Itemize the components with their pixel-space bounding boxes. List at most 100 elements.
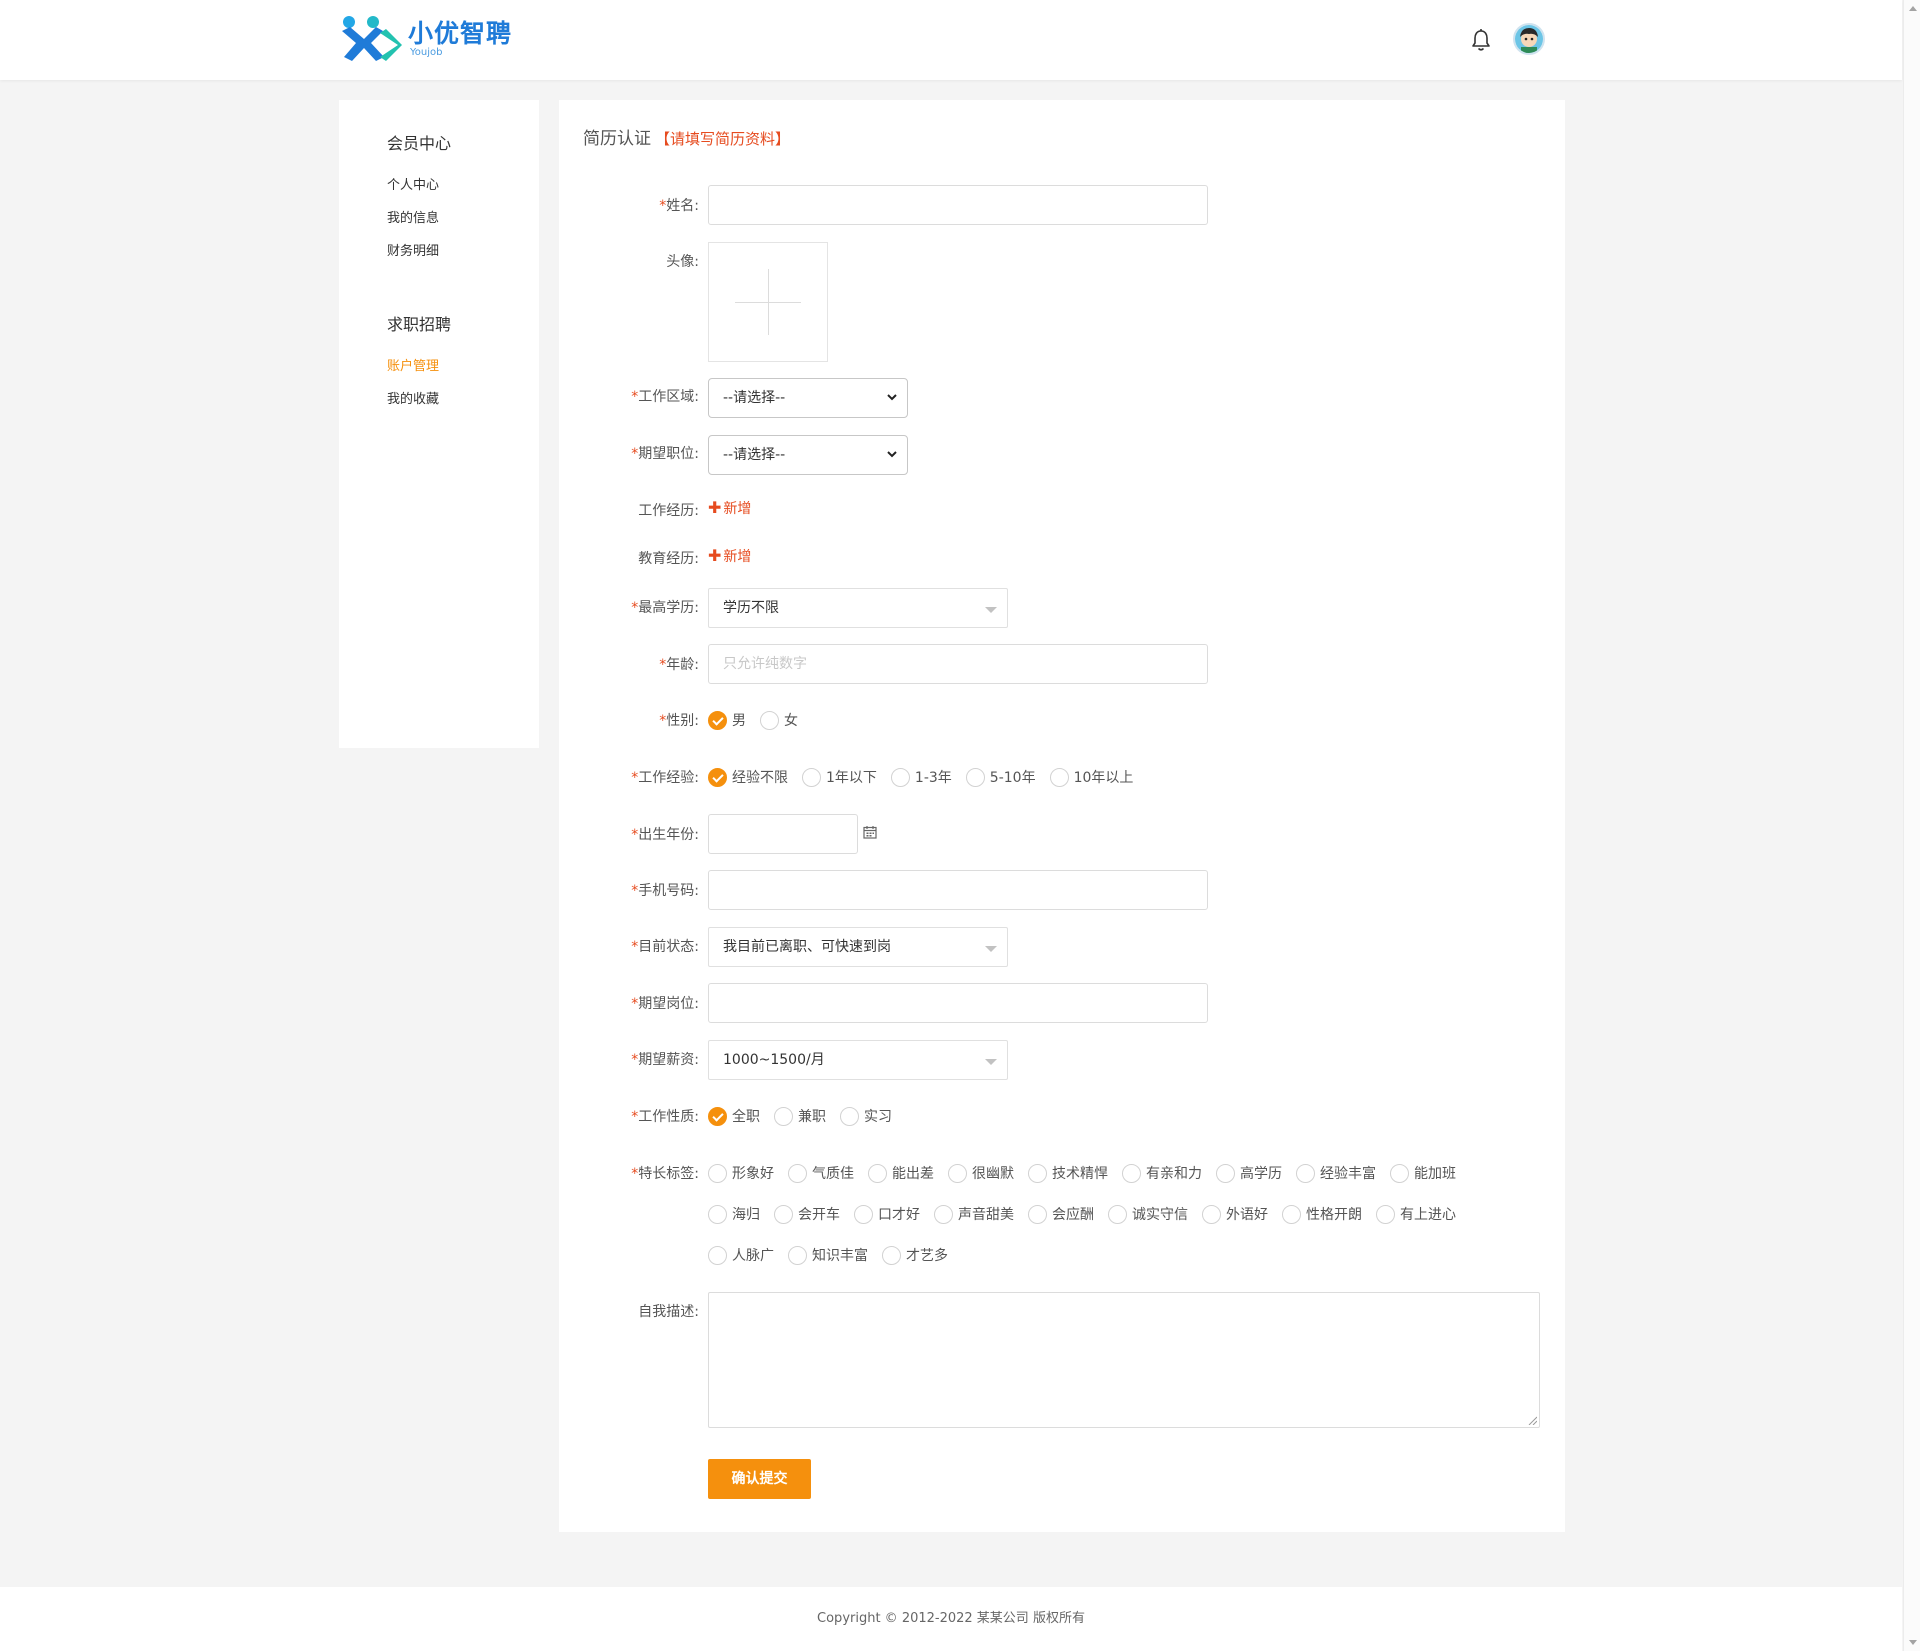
page-title: 简历认证 【请填写简历资料】 xyxy=(583,129,791,149)
scroll-down-icon[interactable] xyxy=(1909,1640,1917,1645)
tag-option[interactable]: 气质佳 xyxy=(788,1163,854,1183)
sidebar-item-account[interactable]: 账户管理 xyxy=(387,355,439,374)
logo-sub: Youjob xyxy=(410,46,443,58)
chevron-down-icon xyxy=(887,394,897,401)
gender-label: *性别: xyxy=(659,713,699,729)
resize-grip-icon[interactable] xyxy=(1528,1416,1537,1425)
tag-option[interactable]: 才艺多 xyxy=(882,1245,948,1265)
region-select[interactable]: --请选择-- xyxy=(708,378,908,418)
add-work-exp-button[interactable]: ✚ 新增 xyxy=(708,498,751,518)
check-icon xyxy=(708,767,727,787)
experience-label: *工作经验: xyxy=(631,770,699,786)
tag-option[interactable]: 经验丰富 xyxy=(1296,1163,1376,1183)
tag-option[interactable]: 口才好 xyxy=(854,1204,920,1224)
tags-row-3: 人脉广 知识丰富 才艺多 xyxy=(708,1245,962,1265)
phone-label: *手机号码: xyxy=(631,883,699,899)
check-icon xyxy=(708,1106,727,1126)
experience-option[interactable]: 10年以上 xyxy=(1049,767,1133,787)
tags-row-2: 海归 会开车 口才好 声音甜美 会应酬 诚实守信 外语好 性格开朗 有上进心 xyxy=(708,1204,1470,1224)
tag-option[interactable]: 能加班 xyxy=(1390,1163,1456,1183)
tag-option[interactable]: 能出差 xyxy=(868,1163,934,1183)
avatar-upload[interactable] xyxy=(708,242,828,362)
tag-option[interactable]: 诚实守信 xyxy=(1108,1204,1188,1224)
position-select[interactable]: --请选择-- xyxy=(708,435,908,475)
tags-label: *特长标签: xyxy=(631,1166,699,1182)
caret-down-icon xyxy=(985,946,997,952)
caret-down-icon xyxy=(985,607,997,613)
tag-option[interactable]: 海归 xyxy=(708,1204,760,1224)
experience-option[interactable]: 1年以下 xyxy=(802,767,877,787)
tag-option[interactable]: 高学历 xyxy=(1216,1163,1282,1183)
scroll-up-icon[interactable] xyxy=(1909,6,1917,11)
position-label: *期望职位: xyxy=(631,446,699,462)
avatar[interactable] xyxy=(1513,23,1545,55)
experience-radio-group: 经验不限 1年以下 1-3年 5-10年 10年以上 xyxy=(708,767,1147,787)
job-type-option[interactable]: 兼职 xyxy=(774,1106,826,1126)
bell-icon[interactable] xyxy=(1470,28,1492,52)
birth-year-label: *出生年份: xyxy=(631,827,699,843)
plus-icon: ✚ xyxy=(708,498,722,517)
sidebar-item-my-info[interactable]: 我的信息 xyxy=(387,207,439,226)
work-exp-label: 工作经历: xyxy=(638,503,699,519)
check-icon xyxy=(708,710,727,730)
tag-option[interactable]: 会开车 xyxy=(774,1204,840,1224)
education-label: *最高学历: xyxy=(631,600,699,616)
education-select[interactable]: 学历不限 xyxy=(708,588,1008,628)
status-select[interactable]: 我目前已离职、可快速到岗 xyxy=(708,927,1008,967)
job-type-option[interactable]: 全职 xyxy=(708,1106,760,1126)
tag-option[interactable]: 性格开朗 xyxy=(1282,1204,1362,1224)
sidebar-group-member: 会员中心 xyxy=(387,134,452,153)
sidebar-item-favorites[interactable]: 我的收藏 xyxy=(387,388,439,407)
experience-option[interactable]: 1-3年 xyxy=(890,767,952,787)
calendar-icon[interactable] xyxy=(863,825,877,839)
tag-option[interactable]: 很幽默 xyxy=(948,1163,1014,1183)
submit-button[interactable]: 确认提交 xyxy=(708,1459,811,1499)
logo[interactable]: 小优智聘 Youjob xyxy=(340,14,512,64)
birth-year-input[interactable] xyxy=(708,814,858,854)
tag-option[interactable]: 有上进心 xyxy=(1376,1204,1456,1224)
sidebar-item-finance[interactable]: 财务明细 xyxy=(387,240,439,259)
add-edu-exp-button[interactable]: ✚ 新增 xyxy=(708,546,751,566)
gender-option-female[interactable]: 女 xyxy=(760,710,798,730)
sidebar: 会员中心 个人中心 我的信息 财务明细 求职招聘 账户管理 我的收藏 xyxy=(339,100,539,748)
tag-option[interactable]: 声音甜美 xyxy=(934,1204,1014,1224)
logo-icon xyxy=(342,16,402,61)
plus-icon: ✚ xyxy=(708,546,722,565)
gender-option-male[interactable]: 男 xyxy=(708,710,746,730)
sidebar-item-personal-center[interactable]: 个人中心 xyxy=(387,174,439,193)
salary-select[interactable]: 1000~1500/月 xyxy=(708,1040,1008,1080)
region-label: *工作区域: xyxy=(631,389,699,405)
copyright-text: Copyright © 2012-2022 某某公司 版权所有 xyxy=(817,1611,1085,1626)
footer: Copyright © 2012-2022 某某公司 版权所有 xyxy=(0,1587,1902,1651)
caret-down-icon xyxy=(985,1059,997,1065)
age-input[interactable]: 只允许纯数字 xyxy=(708,644,1208,684)
intro-label: 自我描述: xyxy=(638,1304,699,1320)
job-type-option[interactable]: 实习 xyxy=(840,1106,892,1126)
expected-post-input[interactable] xyxy=(708,983,1208,1023)
status-label: *目前状态: xyxy=(631,939,699,955)
name-label: *姓名: xyxy=(659,198,699,214)
name-input[interactable] xyxy=(708,185,1208,225)
resume-form-panel: 简历认证 【请填写简历资料】 *姓名: 头像: *工作区域: --请选择-- *期… xyxy=(559,100,1565,1532)
tag-option[interactable]: 技术精悍 xyxy=(1028,1163,1108,1183)
tags-row-1: 形象好 气质佳 能出差 很幽默 技术精悍 有亲和力 高学历 经验丰富 能加班 xyxy=(708,1163,1470,1183)
experience-option[interactable]: 经验不限 xyxy=(708,767,788,787)
user-avatar-icon xyxy=(1515,25,1543,53)
logo-name: 小优智聘 xyxy=(408,18,513,48)
salary-label: *期望薪资: xyxy=(631,1052,699,1068)
sidebar-group-jobs: 求职招聘 xyxy=(387,315,452,334)
scrollbar[interactable] xyxy=(1903,0,1920,1651)
tag-option[interactable]: 人脉广 xyxy=(708,1245,774,1265)
intro-textarea[interactable] xyxy=(708,1292,1540,1428)
tag-option[interactable]: 形象好 xyxy=(708,1163,774,1183)
tag-option[interactable]: 有亲和力 xyxy=(1122,1163,1202,1183)
gender-radio-group: 男 女 xyxy=(708,710,812,730)
expected-post-label: *期望岗位: xyxy=(631,996,699,1012)
top-bar: 小优智聘 Youjob xyxy=(0,0,1902,80)
tag-option[interactable]: 会应酬 xyxy=(1028,1204,1094,1224)
experience-option[interactable]: 5-10年 xyxy=(965,767,1036,787)
tag-option[interactable]: 外语好 xyxy=(1202,1204,1268,1224)
tag-option[interactable]: 知识丰富 xyxy=(788,1245,868,1265)
phone-input[interactable] xyxy=(708,870,1208,910)
avatar-label: 头像: xyxy=(666,254,699,270)
